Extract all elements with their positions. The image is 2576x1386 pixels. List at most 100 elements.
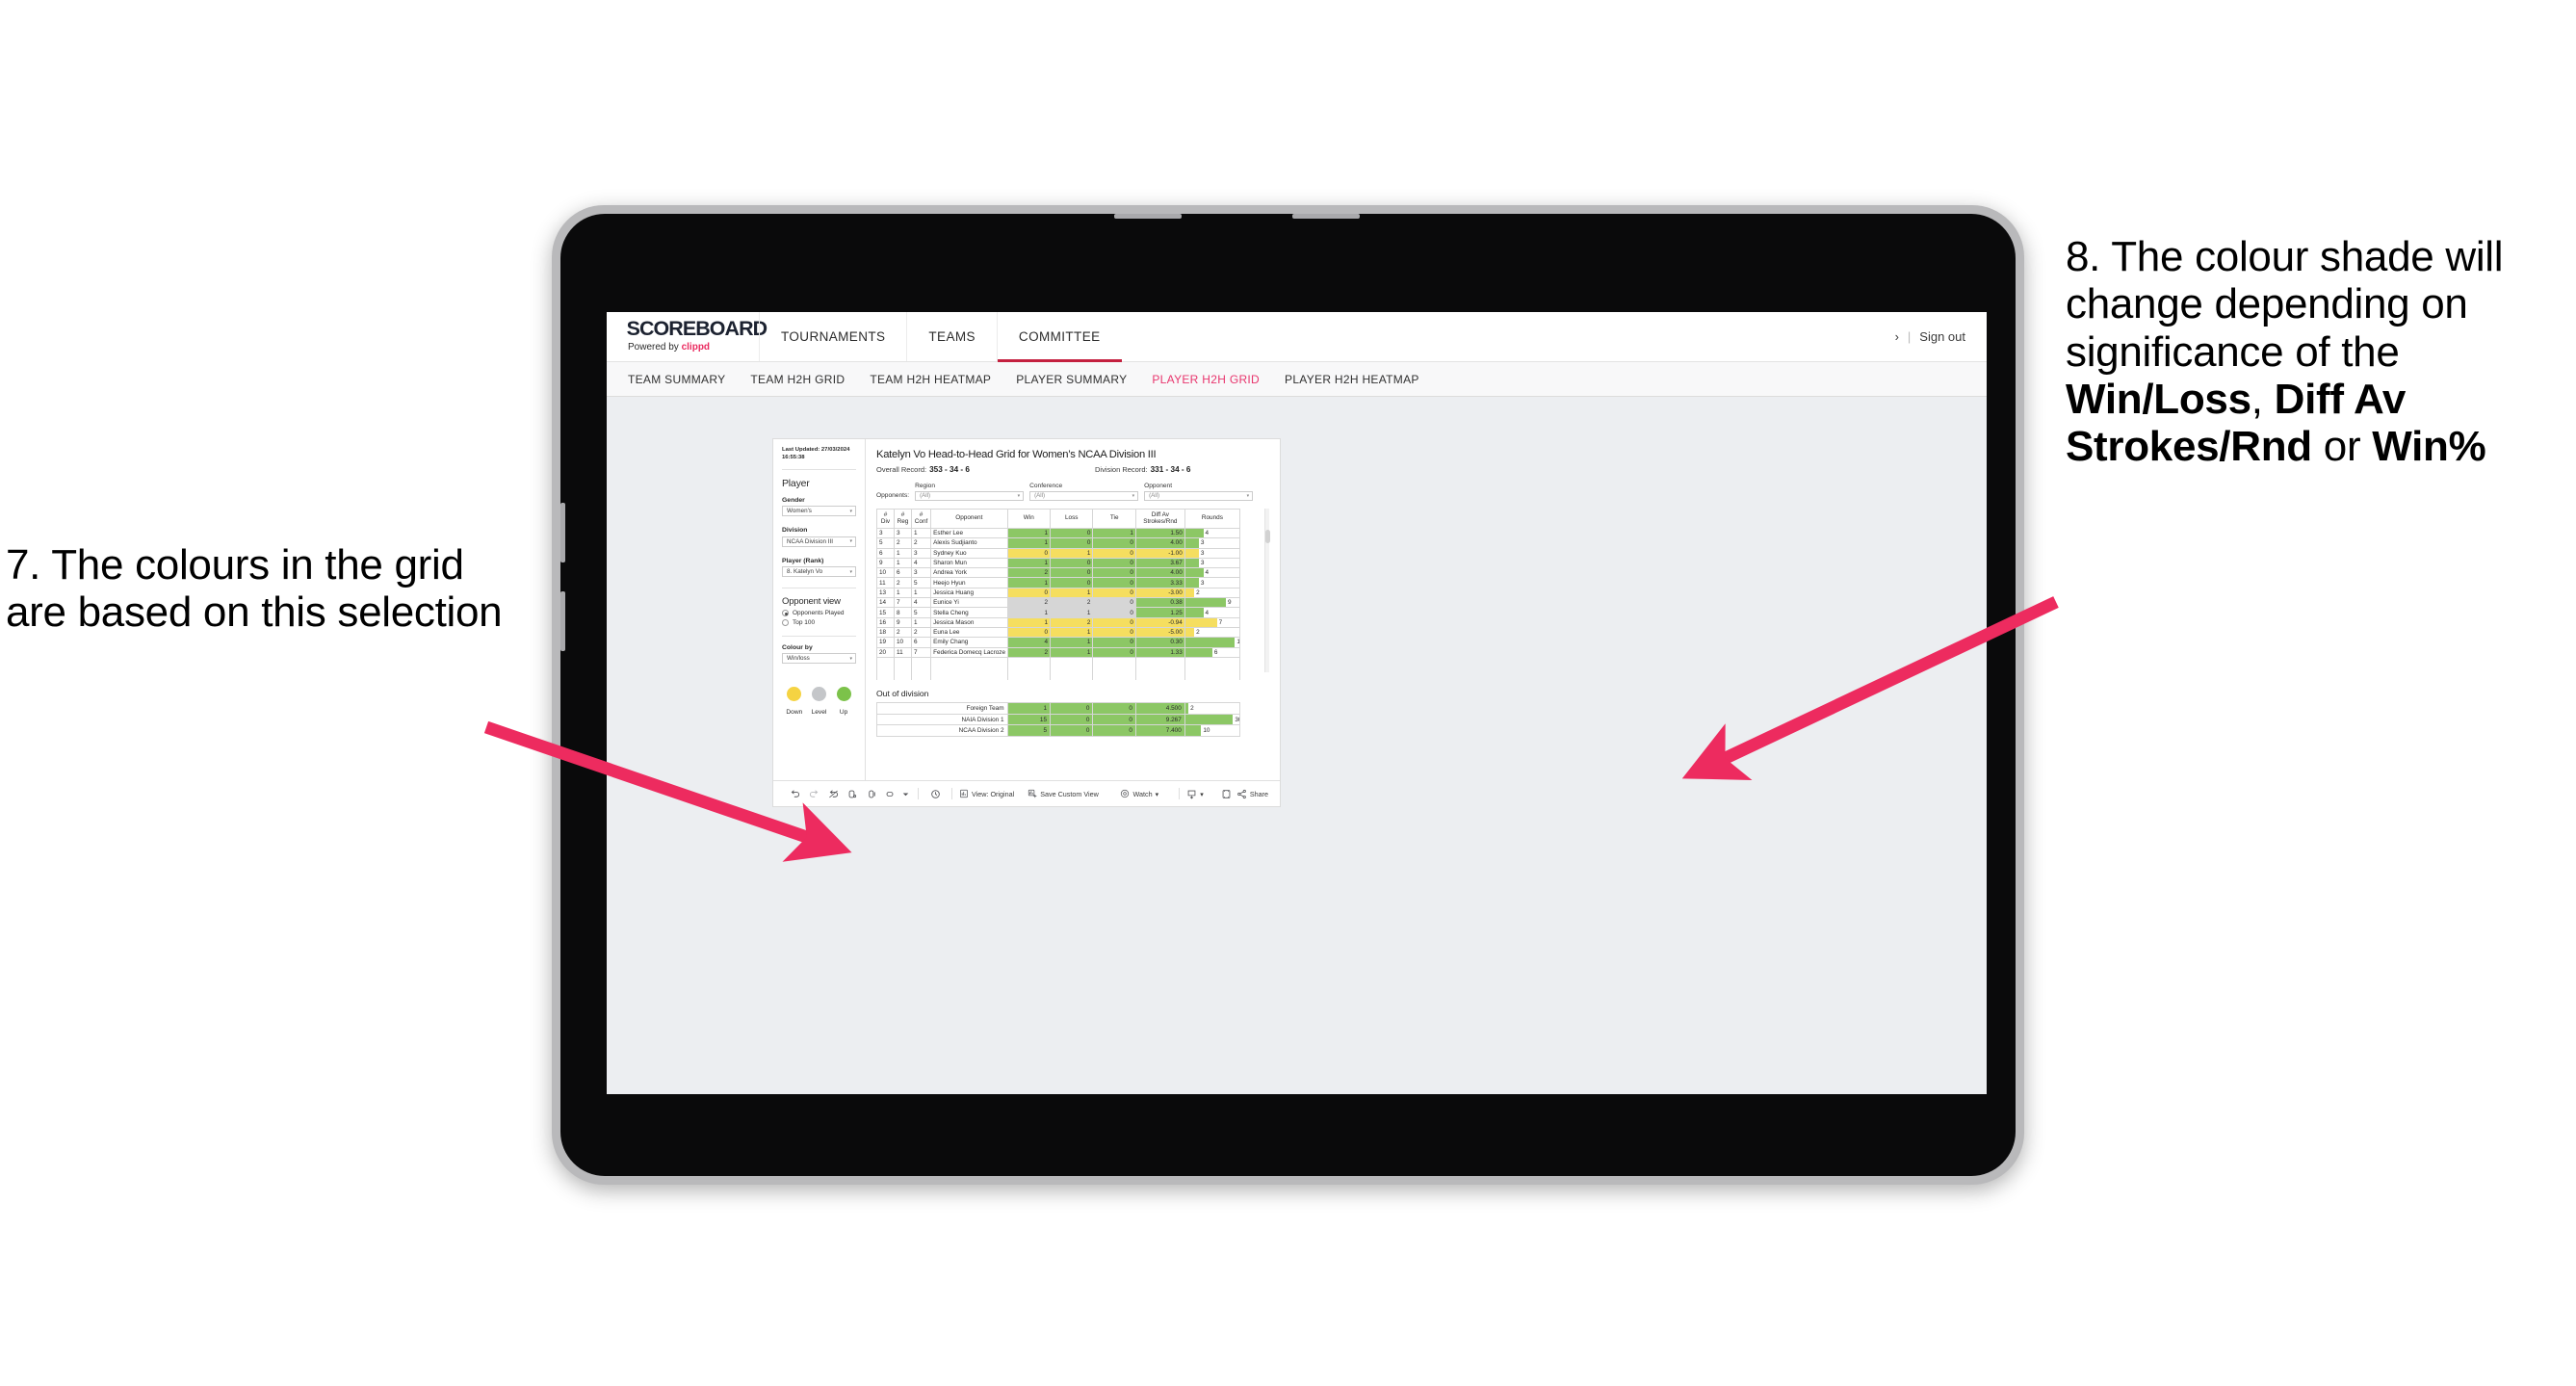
scoreboard-logo[interactable]: SCOREBOARD Powered by clippd: [607, 312, 768, 361]
tab-player-h2h-grid[interactable]: PLAYER H2H GRID: [1152, 373, 1275, 386]
table-row[interactable]: NAIA Division 115009.26730: [876, 713, 1241, 726]
colour-by-select[interactable]: Win/loss ▾: [782, 653, 856, 665]
cell-tie: 0: [1092, 557, 1136, 569]
table-row[interactable]: 19106Emily Chang4100.3011: [876, 637, 1241, 648]
h2h-grid-header-row: # Div # Reg # Conf Opponent Win Loss Tie Diff Av St…: [876, 509, 1241, 529]
empty-cell: [1049, 657, 1094, 681]
cell-conf: 6: [910, 637, 932, 648]
rounds-value: 6: [1213, 648, 1218, 656]
rounds-bar: [1185, 608, 1204, 617]
cell-loss: 1: [1049, 587, 1094, 599]
cell-tie: 0: [1092, 577, 1136, 588]
radio-button-icon: [782, 610, 789, 617]
cell-loss: 0: [1050, 713, 1094, 726]
overall-record: Overall Record: 353 - 34 - 6: [876, 465, 970, 474]
empty-cell: [1092, 657, 1136, 681]
cell-opponent: Heejo Hyun: [930, 577, 1008, 588]
scrollbar-thumb[interactable]: [1265, 530, 1270, 543]
pause-icon[interactable]: [862, 789, 881, 799]
player-rank-select[interactable]: 8. Katelyn Vo ▾: [782, 566, 856, 578]
table-row[interactable]: NCAA Division 2 5 0 0 7.400 10: [876, 724, 1241, 737]
cell-win: 4: [1006, 637, 1052, 648]
cell-rounds: 11: [1184, 637, 1241, 648]
divider: |: [1907, 329, 1912, 344]
cell-reg: 9: [894, 616, 912, 628]
gender-label: Gender: [782, 496, 805, 504]
sign-out-link[interactable]: Sign out: [1919, 329, 1965, 344]
table-row[interactable]: Foreign Team 1 0 0 4.500 2: [876, 702, 1241, 715]
cell-win: 1: [1006, 616, 1052, 628]
conference-filter-select[interactable]: (All) ▾: [1029, 490, 1139, 501]
cell-reg: 7: [894, 597, 912, 609]
table-row[interactable]: 3 3 1 Esther Lee 1 0 1 1.50 4: [876, 527, 1241, 539]
tab-player-summary[interactable]: PLAYER SUMMARY: [1016, 373, 1142, 386]
table-row[interactable]: 6 1 3 Sydney Kuo 0 1 0 -1.00 3: [876, 547, 1241, 559]
table-row[interactable]: 9 1 4 Sharon Mun 1 0 0 3.67 3: [876, 557, 1241, 569]
vertical-scrollbar[interactable]: [1264, 509, 1270, 672]
table-row[interactable]: 10 6 3 Andrea York 2 0 0 4.00 4: [876, 567, 1241, 579]
cell-loss: 0: [1049, 537, 1094, 549]
table-row[interactable]: 15 8 5 Stella Cheng 1 1 0 1.25 4: [876, 607, 1241, 618]
view-original-button[interactable]: View: Original: [959, 789, 1014, 798]
share-button[interactable]: Share: [1236, 789, 1268, 799]
redo-icon[interactable]: [804, 789, 823, 799]
cell-loss: 2: [1049, 616, 1094, 628]
annotation-8-sep-1: ,: [2251, 375, 2275, 423]
device-side-button-a: [560, 503, 565, 562]
watch-button[interactable]: Watch ▾: [1120, 789, 1158, 798]
division-record-value: 331 - 34 - 6: [1150, 465, 1191, 474]
nav-item-tournaments[interactable]: TOURNAMENTS: [759, 312, 906, 361]
table-row[interactable]: 13 1 1 Jessica Huang 0 1 0 -3.00 2: [876, 587, 1241, 599]
empty-cell: [1006, 657, 1052, 681]
nav-item-committee[interactable]: COMMITTEE: [996, 312, 1122, 362]
table-row[interactable]: 16 9 1 Jessica Mason 1 2 0 -0.94 7: [876, 616, 1241, 628]
conference-filter: Conference (All) ▾: [1029, 483, 1139, 501]
tab-team-summary[interactable]: TEAM SUMMARY: [628, 373, 741, 386]
viz-main-pane: Katelyn Vo Head-to-Head Grid for Women’s…: [866, 439, 1280, 780]
table-row[interactable]: 14 7 4 Eunice Yi 2 2 0 0.38 9: [876, 597, 1241, 609]
gender-select[interactable]: Women's ▾: [782, 506, 856, 517]
radio-top-100-label: Top 100: [793, 618, 816, 626]
tab-team-h2h-grid[interactable]: TEAM H2H GRID: [750, 373, 860, 386]
table-row[interactable]: 11 2 5 Heejo Hyun 1 0 0 3.33 3: [876, 577, 1241, 588]
radio-top-100[interactable]: Top 100: [782, 618, 856, 626]
cell-diff-av-strokes: 1.50: [1134, 527, 1185, 539]
clock-icon[interactable]: [925, 789, 945, 799]
radio-opponents-played[interactable]: Opponents Played: [782, 610, 856, 617]
table-row[interactable]: 5 2 2 Alexis Sudjianto 1 0 0 4.00 3: [876, 537, 1241, 549]
fullscreen-icon[interactable]: [1217, 789, 1236, 799]
revert-icon[interactable]: [823, 789, 843, 799]
undo-alt-icon[interactable]: [881, 789, 900, 799]
opponent-filter: Opponent (All) ▾: [1144, 483, 1254, 501]
region-filter-select[interactable]: (All) ▾: [915, 490, 1025, 501]
refresh-icon[interactable]: [843, 789, 862, 799]
table-row[interactable]: 20 11 7 Federica Domecq Lacroze 2 1 0 1.33 6: [876, 646, 1241, 658]
cell-rounds: 30: [1184, 713, 1241, 726]
cell-div: 6: [876, 547, 895, 559]
cell-conf: 1: [910, 616, 932, 628]
cell-conf: 7: [910, 646, 932, 658]
save-custom-view-button[interactable]: Save Custom View: [1028, 789, 1099, 798]
col-header-conf: # Conf: [910, 509, 932, 529]
cell-tie: 0: [1092, 567, 1136, 579]
division-label: Division: [782, 527, 808, 535]
table-row[interactable]: 18 2 2 Euna Lee 0 1 0 -5.00 2: [876, 626, 1241, 639]
chevron-down-icon[interactable]: [900, 791, 911, 798]
chevron-right-icon[interactable]: ›: [1895, 329, 1899, 344]
legend-swatch-up: [836, 687, 851, 702]
undo-icon[interactable]: [785, 789, 804, 799]
tab-player-h2h-heatmap[interactable]: PLAYER H2H HEATMAP: [1285, 373, 1435, 386]
chevron-down-icon: ▾: [849, 538, 852, 545]
player-rank-label: Player (Rank): [782, 557, 824, 564]
cell-loss: 1: [1049, 637, 1094, 648]
nav-item-teams[interactable]: TEAMS: [906, 312, 997, 361]
rounds-value: 9: [1227, 599, 1232, 607]
cell-div: 16: [876, 616, 895, 628]
tab-team-h2h-heatmap[interactable]: TEAM H2H HEATMAP: [870, 373, 1006, 386]
cell-loss: 1: [1049, 607, 1094, 618]
rounds-value: 3: [1200, 579, 1205, 587]
division-select[interactable]: NCAA Division III ▾: [782, 536, 856, 547]
opponent-filter-select[interactable]: (All) ▾: [1144, 490, 1254, 501]
download-button[interactable]: ▾: [1186, 789, 1204, 799]
table-empty-row: [876, 657, 1241, 681]
